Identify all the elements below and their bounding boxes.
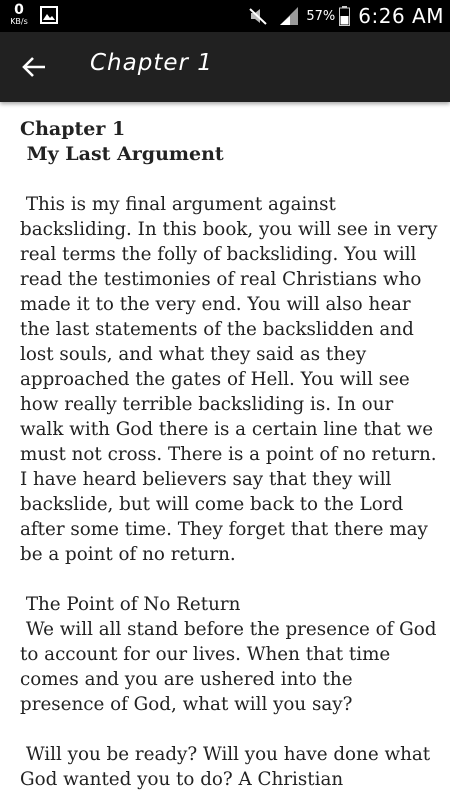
paragraph: This is my final argument against backsl… <box>20 194 444 565</box>
chapter-content: Chapter 1 My Last Argument This is my fi… <box>20 117 440 792</box>
status-bar: 0 KB/s 57% 6:26 AM <box>0 0 450 32</box>
image-icon <box>40 6 58 24</box>
signal-icon <box>280 7 299 25</box>
back-button[interactable] <box>18 52 50 82</box>
arrow-left-icon <box>22 57 45 77</box>
chapter-subtitle: My Last Argument <box>20 143 224 165</box>
network-speed-unit: KB/s <box>10 17 28 26</box>
network-speed-value: 0 <box>14 2 24 18</box>
paragraph: Will you be ready? Will you have done wh… <box>20 744 436 790</box>
battery-icon <box>339 6 351 26</box>
battery-percent: 57% <box>306 8 336 24</box>
page-title: Chapter 1 <box>90 50 213 76</box>
paragraph: We will all stand before the presence of… <box>20 619 443 715</box>
app-bar: Chapter 1 <box>0 32 450 102</box>
chapter-heading: Chapter 1 <box>20 118 126 140</box>
section-heading: The Point of No Return <box>20 594 241 615</box>
mute-icon <box>249 8 268 25</box>
network-speed: 0 KB/s <box>6 3 32 26</box>
clock: 6:26 AM <box>358 4 444 28</box>
